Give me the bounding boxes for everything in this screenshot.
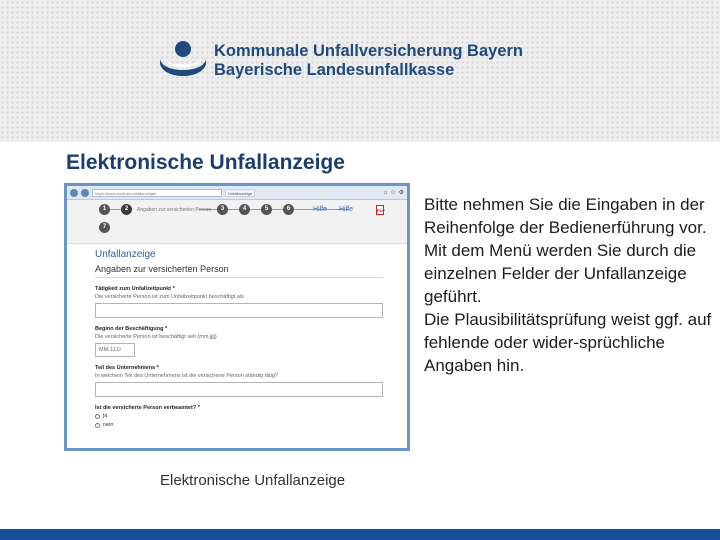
header-band: Kommunale Unfallversicherung Bayern Baye… xyxy=(0,0,720,142)
help-link[interactable]: Hilfe xyxy=(313,206,327,213)
help-link-2[interactable]: Hilfe xyxy=(339,206,353,213)
radio-label-yes: ja xyxy=(103,413,108,419)
pdf-icon[interactable]: PDF xyxy=(376,205,385,215)
instruction-paragraph-3: Die Plausibilitätsprüfung weist ggf. auf… xyxy=(424,310,712,375)
field-help-employment-start: Die versicherte Person ist beschäftigt s… xyxy=(95,334,217,340)
field-help-company-part: In welchem Teil des Unternehmens ist die… xyxy=(95,373,279,379)
star-icon[interactable]: ☆ xyxy=(390,189,395,197)
accident-report-form: Unfallanzeige Angaben zur versicherten P… xyxy=(67,244,407,428)
logo-text: Kommunale Unfallversicherung Bayern Baye… xyxy=(214,42,523,80)
wizard-menu: 1 2 Angaben zur versicherten Person 3 4 … xyxy=(67,200,407,244)
screenshot-caption: Elektronische Unfallanzeige xyxy=(160,472,346,489)
home-icon[interactable]: ⌂ xyxy=(384,189,388,197)
address-bar[interactable]: https://www.kuvb.de/unfallanzeige/ xyxy=(92,188,222,197)
company-part-input[interactable] xyxy=(95,382,383,397)
kuvb-logo: Kommunale Unfallversicherung Bayern Baye… xyxy=(158,40,523,86)
radio-option-yes[interactable]: ja xyxy=(95,413,407,419)
radio-button-no[interactable] xyxy=(95,422,100,428)
window-controls: ⌂ ☆ ⚙ xyxy=(384,189,404,197)
wizard-step-7[interactable]: 7 xyxy=(99,222,110,233)
browser-tab[interactable]: Unfallanzeige xyxy=(225,188,256,197)
instructions-text: Bitte nehmen Sie die Eingaben in der Rei… xyxy=(424,193,716,377)
logo-icon xyxy=(160,41,206,76)
radio-button-yes[interactable] xyxy=(95,413,100,419)
wizard-step-5[interactable]: 5 xyxy=(261,204,272,215)
form-screenshot: https://www.kuvb.de/unfallanzeige/ Unfal… xyxy=(64,183,410,451)
slide-title: Elektronische Unfallanzeige xyxy=(66,151,345,174)
back-icon[interactable] xyxy=(70,188,78,197)
instruction-paragraph-1: Bitte nehmen Sie die Eingaben in der Rei… xyxy=(424,195,707,237)
wizard-current-label: Angaben zur versicherten Person xyxy=(137,207,212,213)
logo-line-1: Kommunale Unfallversicherung Bayern xyxy=(214,42,524,60)
radio-label-no: nein xyxy=(103,422,114,428)
form-subtitle: Angaben zur versicherten Person xyxy=(95,264,383,278)
field-label-company-part: Teil des Unternehmens * xyxy=(95,365,159,371)
wizard-step-3[interactable]: 3 xyxy=(217,204,228,215)
wizard-step-6[interactable]: 6 xyxy=(283,204,294,215)
field-label-activity: Tätigkeit zum Unfallzeitpunkt * xyxy=(95,286,175,292)
employment-start-input[interactable]: MM.JJJJ xyxy=(95,343,135,357)
activity-input[interactable] xyxy=(95,303,383,318)
form-title: Unfallanzeige xyxy=(95,249,156,260)
radio-option-no[interactable]: nein xyxy=(95,422,407,428)
wizard-step-2[interactable]: 2 xyxy=(121,204,132,215)
forward-icon[interactable] xyxy=(81,188,89,197)
field-label-employment-start: Beginn der Beschäftigung * xyxy=(95,326,168,332)
logo-line-2: Bayerische Landesunfallkasse xyxy=(214,61,455,79)
footer-band xyxy=(0,529,720,540)
field-label-civil-servant: Ist die versicherte Person verbeamtet? * xyxy=(95,405,200,411)
instruction-paragraph-2: Mit dem Menü werden Sie durch die einzel… xyxy=(424,241,697,306)
field-help-activity: Die versicherte Person ist zum Unfallzei… xyxy=(95,294,244,300)
wizard-step-1[interactable]: 1 xyxy=(99,204,110,215)
browser-toolbar: https://www.kuvb.de/unfallanzeige/ Unfal… xyxy=(67,186,407,200)
gear-icon[interactable]: ⚙ xyxy=(399,189,404,197)
wizard-step-4[interactable]: 4 xyxy=(239,204,250,215)
slide: Kommunale Unfallversicherung Bayern Baye… xyxy=(0,0,720,540)
